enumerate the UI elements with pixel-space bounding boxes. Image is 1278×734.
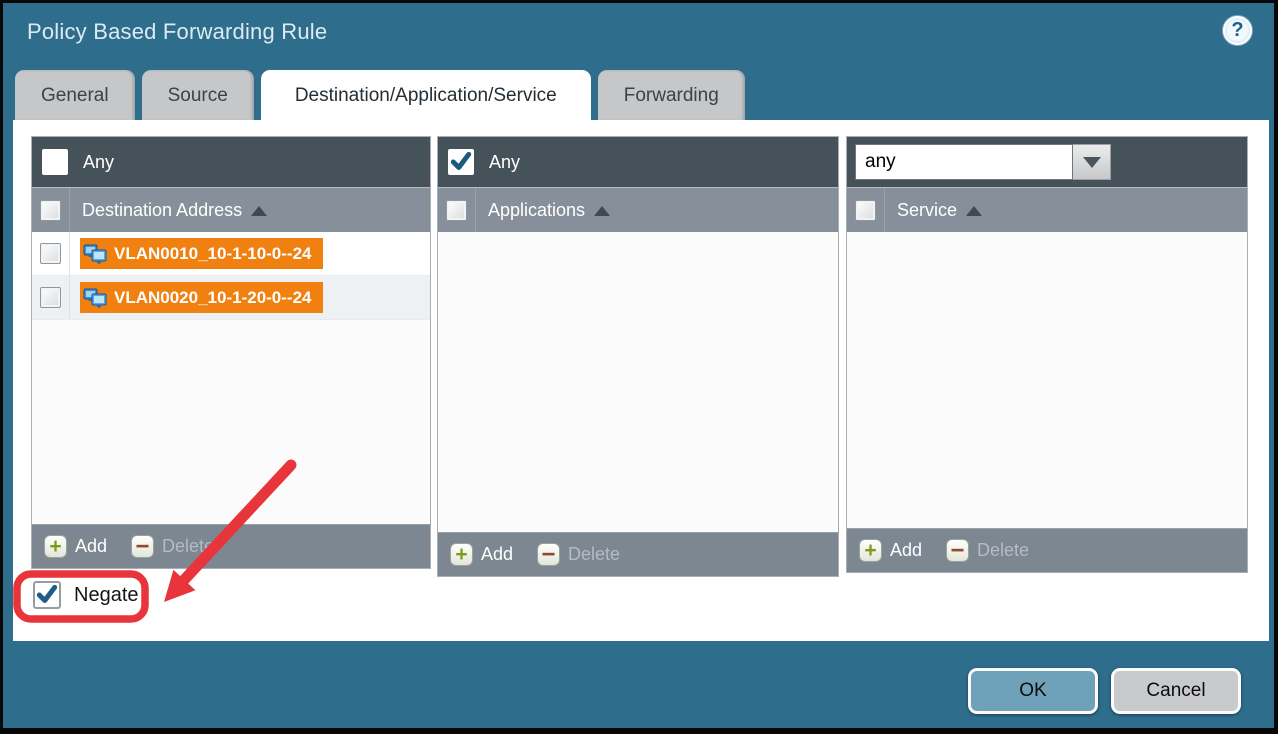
applications-list (438, 232, 838, 532)
plus-icon: + (859, 539, 882, 562)
address-object-chip[interactable]: VLAN0010_10-1-10-0--24 (80, 238, 323, 269)
service-header-label: Service (897, 200, 957, 221)
service-dropdown-bar: any (847, 137, 1247, 187)
service-dropdown-button[interactable] (1073, 144, 1111, 180)
destination-any-bar: Any (32, 137, 430, 187)
delete-button-label: Delete (977, 540, 1029, 561)
service-list (847, 232, 1247, 528)
applications-select-all-checkbox[interactable] (446, 200, 467, 221)
tab-general[interactable]: General (15, 70, 135, 121)
pbf-rule-dialog: Policy Based Forwarding Rule ? General S… (0, 0, 1278, 734)
address-object-chip[interactable]: VLAN0020_10-1-20-0--24 (80, 282, 323, 313)
applications-column-header: Applications (438, 187, 838, 232)
chevron-down-icon (1083, 157, 1101, 168)
sort-ascending-icon[interactable] (966, 206, 982, 216)
service-delete-button[interactable]: − Delete (946, 539, 1029, 562)
applications-footer: + Add − Delete (438, 532, 838, 576)
minus-icon: − (537, 543, 560, 566)
destination-header-label: Destination Address (82, 200, 242, 221)
applications-column: Any Applications + Add − Delete (437, 136, 839, 577)
negate-checkbox[interactable] (33, 581, 61, 609)
applications-any-checkbox[interactable] (448, 149, 474, 175)
destination-row-checkbox[interactable] (40, 243, 61, 264)
minus-icon: − (131, 535, 154, 558)
network-icon (83, 243, 107, 265)
applications-any-label: Any (489, 152, 520, 173)
tab-source[interactable]: Source (142, 70, 254, 121)
negate-control: Negate (33, 581, 139, 609)
service-dropdown: any (855, 144, 1111, 180)
delete-button-label: Delete (162, 536, 214, 557)
address-object-label: VLAN0020_10-1-20-0--24 (114, 288, 312, 308)
cancel-button[interactable]: Cancel (1111, 668, 1241, 714)
negate-label: Negate (74, 584, 139, 607)
sort-ascending-icon[interactable] (251, 206, 267, 216)
destination-row[interactable]: VLAN0020_10-1-20-0--24 (32, 276, 430, 320)
checkmark-icon (36, 584, 58, 606)
applications-any-bar: Any (438, 137, 838, 187)
add-button-label: Add (890, 540, 922, 561)
destination-row[interactable]: VLAN0010_10-1-10-0--24 (32, 232, 430, 276)
destination-delete-button[interactable]: − Delete (131, 535, 214, 558)
destination-any-checkbox[interactable] (42, 149, 68, 175)
minus-icon: − (946, 539, 969, 562)
delete-button-label: Delete (568, 544, 620, 565)
destination-row-checkbox[interactable] (40, 287, 61, 308)
destination-add-button[interactable]: + Add (44, 535, 107, 558)
checkmark-icon (450, 151, 472, 173)
destination-address-column: Any Destination Address (31, 136, 431, 569)
service-add-button[interactable]: + Add (859, 539, 922, 562)
service-footer: + Add − Delete (847, 528, 1247, 572)
ok-button[interactable]: OK (968, 668, 1098, 714)
add-button-label: Add (75, 536, 107, 557)
page-title: Policy Based Forwarding Rule (27, 19, 327, 45)
tab-forwarding[interactable]: Forwarding (598, 70, 745, 121)
sort-ascending-icon[interactable] (594, 206, 610, 216)
service-select-all-checkbox[interactable] (855, 200, 876, 221)
network-icon (83, 287, 107, 309)
destination-any-label: Any (83, 152, 114, 173)
applications-header-label: Applications (488, 200, 585, 221)
tab-bar: General Source Destination/Application/S… (15, 70, 745, 121)
destination-select-all-checkbox[interactable] (40, 200, 61, 221)
tab-destination-application-service[interactable]: Destination/Application/Service (261, 70, 591, 121)
applications-delete-button[interactable]: − Delete (537, 543, 620, 566)
service-dropdown-value[interactable]: any (855, 144, 1073, 180)
service-column-header: Service (847, 187, 1247, 232)
address-object-label: VLAN0010_10-1-10-0--24 (114, 244, 312, 264)
service-column: any Service + Add − Delete (846, 136, 1248, 573)
plus-icon: + (450, 543, 473, 566)
destination-footer: + Add − Delete (32, 524, 430, 568)
add-button-label: Add (481, 544, 513, 565)
applications-add-button[interactable]: + Add (450, 543, 513, 566)
destination-list: VLAN0010_10-1-10-0--24 (32, 232, 430, 524)
tab-content-panel: Any Destination Address (13, 120, 1269, 641)
destination-column-header: Destination Address (32, 187, 430, 232)
plus-icon: + (44, 535, 67, 558)
help-icon[interactable]: ? (1223, 16, 1252, 45)
